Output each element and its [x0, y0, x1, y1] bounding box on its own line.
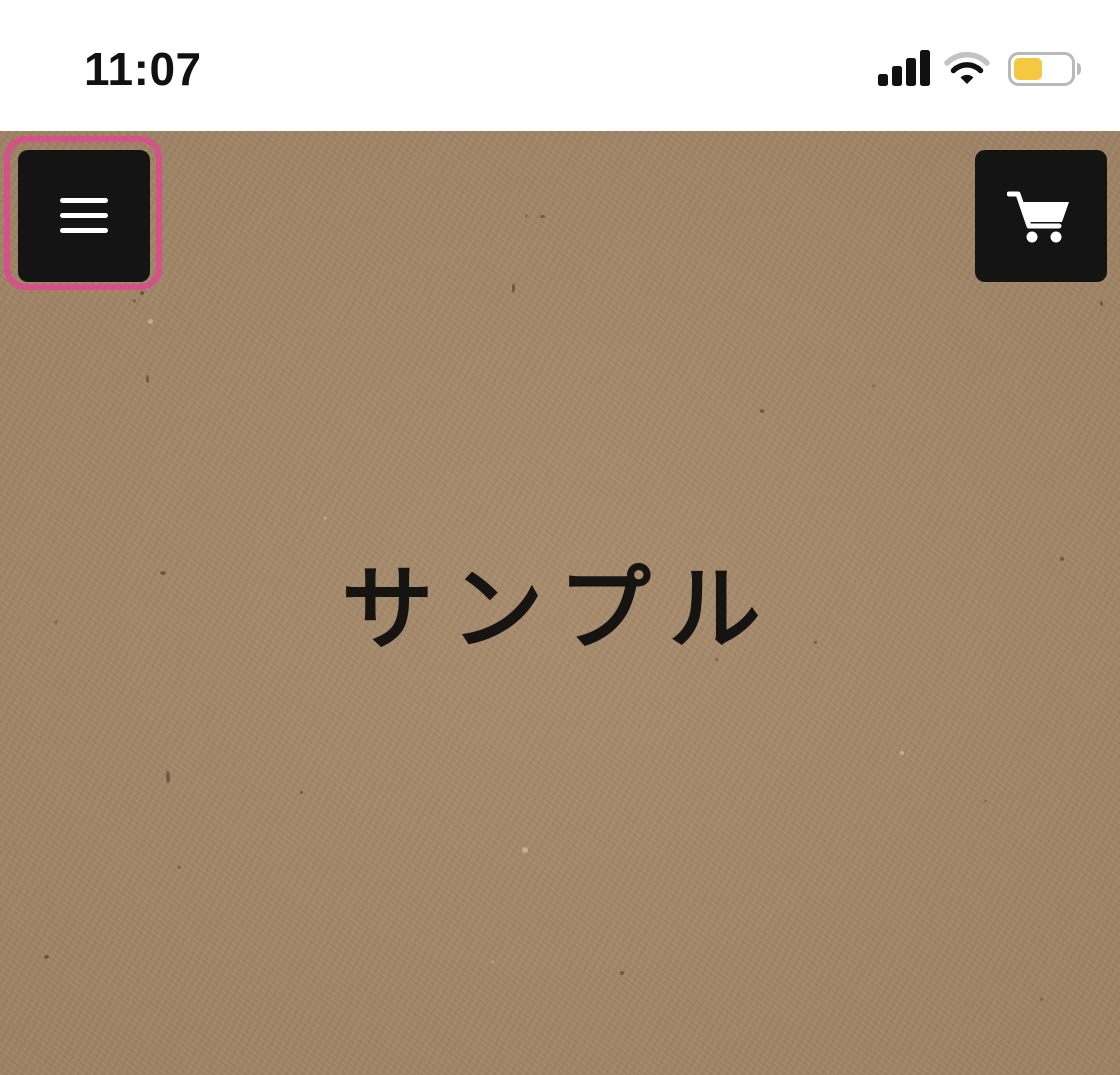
paper-speck — [620, 971, 624, 975]
shopping-cart-icon — [1007, 191, 1069, 243]
paper-speck — [300, 791, 303, 794]
paper-speck — [512, 283, 515, 293]
cellular-signal-icon — [878, 50, 930, 86]
paper-speck — [522, 847, 528, 853]
paper-speck — [44, 955, 49, 959]
status-bar: 11:07 — [0, 0, 1120, 131]
paper-speck — [760, 409, 764, 413]
paper-speck — [900, 751, 904, 755]
paper-speck — [148, 319, 153, 324]
hero-title: サンプル — [341, 556, 779, 663]
paper-speck — [166, 771, 170, 783]
paper-speck — [1100, 301, 1103, 306]
cart-button[interactable] — [975, 150, 1107, 282]
status-time: 11:07 — [84, 43, 202, 95]
hamburger-menu-icon — [60, 198, 108, 234]
wifi-icon — [944, 52, 990, 84]
battery-icon — [1008, 52, 1081, 86]
paper-speck — [146, 375, 149, 383]
menu-button[interactable] — [18, 150, 150, 282]
status-icons — [878, 48, 1082, 90]
app-screen: 11:07 サンプル — [0, 0, 1120, 1075]
paper-speck — [140, 291, 144, 295]
paper-speck — [540, 215, 545, 218]
